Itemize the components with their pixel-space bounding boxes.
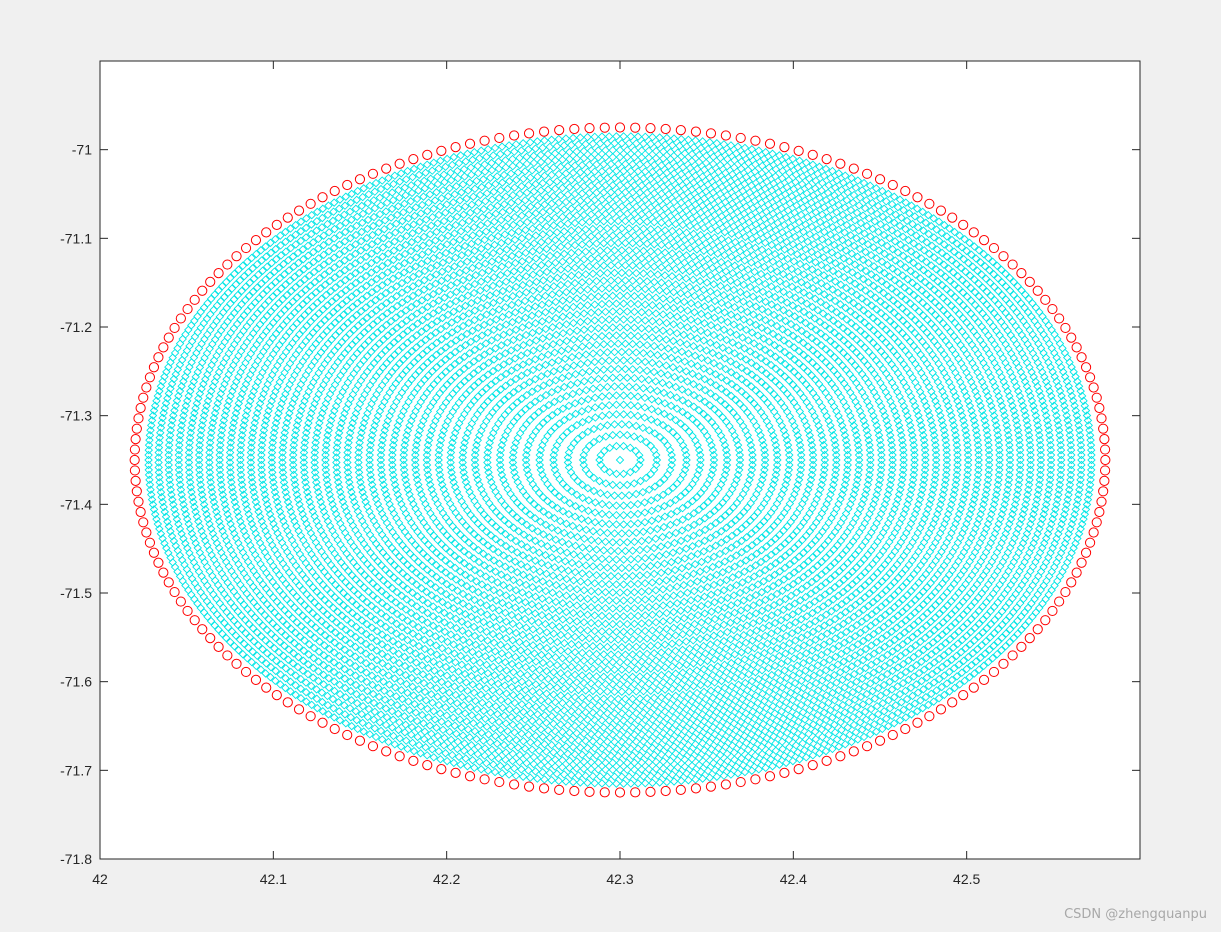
axes-background (100, 61, 1140, 859)
figure-canvas: 42 42.1 42.2 42.3 42.4 42.5-71-71.1-71.2-71.3… (60, 60, 1141, 887)
